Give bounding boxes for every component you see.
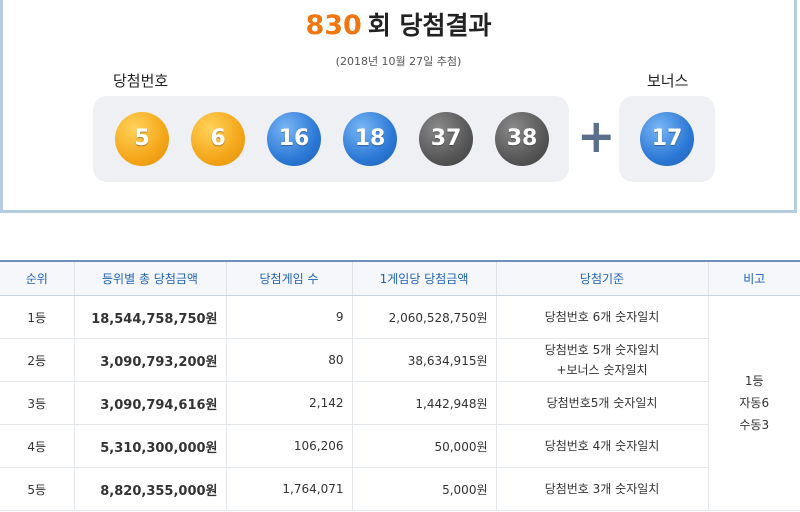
total-prize-cell: 18,544,758,750원 <box>73 295 226 339</box>
winning-ball-3: 16 <box>267 112 321 166</box>
winner-count-cell: 80 <box>225 338 352 382</box>
round-title: 830 회 당첨결과 <box>3 6 794 42</box>
prize-per-game-cell: 5,000원 <box>351 467 496 511</box>
rank-cell: 2등 <box>0 338 74 382</box>
criteria-line: 당첨번호 6개 숫자일치 <box>544 310 660 324</box>
criteria-line: 당첨번호 4개 숫자일치 <box>544 439 660 453</box>
table-row: 2등 3,090,793,200원 80 38,634,915원 당첨번호 5개… <box>0 338 800 382</box>
plus-icon: + <box>577 109 616 163</box>
table-header-row: 순위 등위별 총 당첨금액 당첨게임 수 1게임당 당첨금액 당첨기준 비고 <box>0 260 800 296</box>
table-row: 3등 3,090,794,616원 2,142 1,442,948원 당첨번호5… <box>0 381 800 425</box>
header-criteria: 당첨기준 <box>495 260 708 296</box>
criteria-line: 당첨번호 5개 숫자일치 <box>544 343 660 357</box>
winning-ball-4: 18 <box>343 112 397 166</box>
winning-ball-6: 38 <box>495 112 549 166</box>
winner-count-cell: 106,206 <box>225 424 352 468</box>
note-cell: 1등 자동6 수동3 <box>707 295 800 511</box>
header-note: 비고 <box>707 260 800 296</box>
total-prize-cell: 8,820,355,000원 <box>73 467 226 511</box>
criteria-cell: 당첨번호 5개 숫자일치 +보너스 숫자일치 <box>495 338 708 382</box>
total-prize-cell: 3,090,793,200원 <box>73 338 226 382</box>
bonus-number-box: 17 <box>619 96 715 182</box>
table-row: 1등 18,544,758,750원 9 2,060,528,750원 당첨번호… <box>0 295 800 511</box>
prize-per-game-cell: 2,060,528,750원 <box>351 295 496 339</box>
bonus-ball: 17 <box>640 112 694 166</box>
prize-per-game-cell: 50,000원 <box>351 424 496 468</box>
note-line-2: 자동6 <box>739 396 770 410</box>
winner-count-cell: 2,142 <box>225 381 352 425</box>
total-prize-cell: 5,310,300,000원 <box>73 424 226 468</box>
header-prize-per-game: 1게임당 당첨금액 <box>351 260 496 296</box>
criteria-line: 당첨번호 3개 숫자일치 <box>544 482 660 496</box>
rank-cell: 1등 <box>0 295 74 339</box>
table-row: 4등 5,310,300,000원 106,206 50,000원 당첨번호 4… <box>0 424 800 468</box>
winning-ball-1: 5 <box>115 112 169 166</box>
note-line-1: 1등 <box>744 374 764 388</box>
criteria-line: 당첨번호5개 숫자일치 <box>546 396 658 410</box>
rank-cell: 4등 <box>0 424 74 468</box>
winner-count-cell: 9 <box>225 295 352 339</box>
prize-per-game-cell: 38,634,915원 <box>351 338 496 382</box>
draw-result-panel: 830 회 당첨결과 (2018년 10월 27일 추첨) 당첨번호 보너스 5 … <box>0 0 797 213</box>
prize-table: 순위 등위별 총 당첨금액 당첨게임 수 1게임당 당첨금액 당첨기준 비고 1… <box>0 260 800 511</box>
criteria-cell: 당첨번호 6개 숫자일치 <box>495 295 708 339</box>
bonus-label: 보너스 <box>647 72 689 90</box>
header-rank: 순위 <box>0 260 74 296</box>
round-number: 830 <box>305 10 362 41</box>
note-line-3: 수동3 <box>739 418 770 432</box>
header-winner-count: 당첨게임 수 <box>225 260 352 296</box>
criteria-line-bonus: +보너스 숫자일치 <box>556 363 648 377</box>
winning-numbers-box: 5 6 16 18 37 38 <box>93 96 569 182</box>
criteria-cell: 당첨번호 3개 숫자일치 <box>495 467 708 511</box>
winning-ball-2: 6 <box>191 112 245 166</box>
criteria-cell: 당첨번호 4개 숫자일치 <box>495 424 708 468</box>
criteria-cell: 당첨번호5개 숫자일치 <box>495 381 708 425</box>
rank-cell: 3등 <box>0 381 74 425</box>
draw-date: (2018년 10월 27일 추첨) <box>335 55 462 68</box>
winning-ball-5: 37 <box>419 112 473 166</box>
prize-per-game-cell: 1,442,948원 <box>351 381 496 425</box>
winner-count-cell: 1,764,071 <box>225 467 352 511</box>
round-title-suffix: 회 당첨결과 <box>367 11 492 40</box>
table-row: 5등 8,820,355,000원 1,764,071 5,000원 당첨번호 … <box>0 467 800 511</box>
total-prize-cell: 3,090,794,616원 <box>73 381 226 425</box>
winning-numbers-label: 당첨번호 <box>113 72 169 90</box>
rank-cell: 5등 <box>0 467 74 511</box>
header-total-prize: 등위별 총 당첨금액 <box>73 260 226 296</box>
